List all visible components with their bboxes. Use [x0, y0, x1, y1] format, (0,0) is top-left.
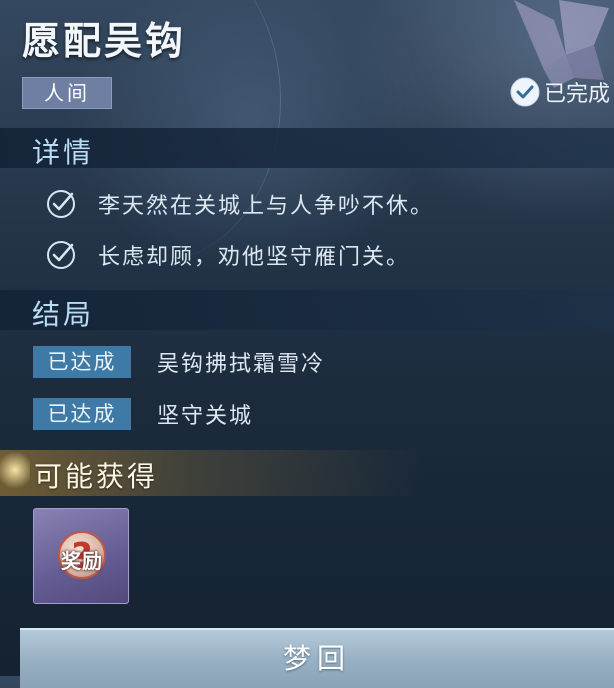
achieved-badge: 已达成: [33, 398, 131, 430]
ending-section-title: 结局: [32, 298, 95, 331]
page-title: 愿配吴钩: [22, 19, 187, 63]
ending-item: 已达成 坚守关城: [33, 398, 253, 430]
status-label: 已完成: [543, 82, 610, 107]
detail-text: 长虑却顾，劝他坚守雁门关。: [98, 245, 411, 270]
ending-item: 已达成 吴钩拂拭霜雪冷: [33, 346, 325, 378]
ending-text: 吴钩拂拭霜雪冷: [157, 352, 326, 377]
achieved-badge: 已达成: [33, 346, 131, 378]
check-icon: [47, 241, 75, 269]
detail-item: 李天然在关城上与人争吵不休。: [44, 186, 434, 222]
check-icon: [47, 190, 75, 218]
rewards-section-title: 可能获得: [34, 460, 159, 493]
ending-text: 坚守关城: [157, 404, 254, 429]
details-section-title: 详情: [32, 136, 95, 169]
check-circle-icon: [510, 77, 540, 107]
reward-label: 奖励: [61, 549, 103, 573]
sparkle-icon: [0, 452, 30, 492]
dream-return-button[interactable]: 梦回: [20, 628, 614, 688]
reward-item[interactable]: ? 奖励: [33, 508, 129, 604]
category-tag: 人间: [22, 77, 112, 109]
status-badge: 已完成: [510, 74, 610, 110]
detail-text: 李天然在关城上与人争吵不休。: [98, 194, 435, 219]
detail-item: 长虑却顾，劝他坚守雁门关。: [44, 237, 410, 273]
